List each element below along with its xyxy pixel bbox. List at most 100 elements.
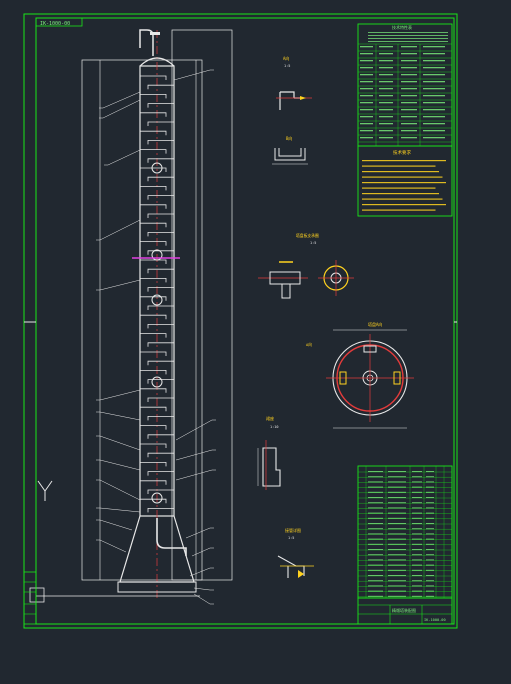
detail-lower-scale: 1:10 bbox=[270, 425, 278, 429]
leader-line bbox=[99, 507, 141, 513]
spec-text-mark bbox=[360, 102, 373, 104]
bom-text-mark bbox=[388, 543, 406, 545]
bom-text-mark bbox=[368, 590, 383, 592]
tray bbox=[140, 241, 167, 246]
bom-text-mark bbox=[426, 523, 434, 524]
bom-text-mark bbox=[426, 559, 434, 561]
bom-text-mark bbox=[426, 528, 434, 530]
tray bbox=[140, 406, 167, 412]
bom-text-mark bbox=[426, 502, 434, 504]
title-block-name: 精馏塔装配图 bbox=[392, 607, 416, 613]
tray bbox=[140, 462, 167, 467]
leader-line bbox=[173, 69, 211, 81]
bom-text-mark bbox=[412, 595, 422, 597]
note-line bbox=[362, 160, 446, 162]
detail-plan-view[interactable]: 塔盘A向 A向 bbox=[306, 321, 414, 429]
tray bbox=[147, 434, 174, 439]
tower-main-view[interactable] bbox=[29, 29, 233, 605]
bom-text-mark bbox=[388, 538, 406, 540]
bom-text-mark bbox=[388, 502, 406, 504]
leader-line bbox=[185, 527, 211, 539]
bom-text-mark bbox=[426, 543, 434, 545]
leader-line bbox=[99, 389, 141, 401]
bom-text-mark bbox=[426, 580, 434, 582]
sheet-outer-border bbox=[23, 13, 458, 629]
tray bbox=[140, 425, 167, 430]
spec-text-mark bbox=[379, 95, 393, 97]
bom-text-mark bbox=[426, 491, 434, 493]
spec-text-mark bbox=[401, 102, 417, 104]
leader-line bbox=[191, 547, 211, 557]
tray bbox=[147, 103, 174, 108]
note-line bbox=[362, 187, 436, 189]
detail-view-b[interactable]: B向 bbox=[272, 135, 308, 165]
spec-header-mark bbox=[368, 38, 448, 39]
spec-text-mark bbox=[379, 123, 393, 125]
tray bbox=[140, 351, 167, 356]
bom-text-mark bbox=[388, 517, 406, 519]
detail-view-a[interactable]: A向 1:5 bbox=[276, 55, 312, 110]
tray bbox=[147, 232, 174, 237]
tray bbox=[140, 186, 167, 191]
leader-line bbox=[99, 411, 141, 421]
bom-text-mark bbox=[426, 585, 434, 587]
bom-text-mark bbox=[368, 549, 383, 550]
bom-text-mark bbox=[368, 476, 383, 478]
spec-text-mark bbox=[401, 116, 417, 118]
tech-spec-table[interactable]: 技术特性表 bbox=[357, 23, 453, 147]
tray bbox=[140, 75, 167, 80]
bom-text-mark bbox=[426, 497, 434, 498]
spec-text-mark bbox=[360, 116, 373, 118]
detail-bottom-view[interactable]: 接管详图 1:5 bbox=[277, 527, 314, 578]
spec-text-mark bbox=[379, 53, 393, 55]
bom-text-mark bbox=[368, 512, 383, 514]
bom-text-mark bbox=[388, 569, 406, 571]
bom-text-mark bbox=[426, 595, 434, 597]
title-block[interactable]: 精馏塔装配图 IK-1000-00 bbox=[357, 597, 453, 625]
spec-text-mark bbox=[423, 53, 445, 55]
spec-text-mark bbox=[423, 60, 445, 62]
tray bbox=[140, 130, 167, 136]
bill-of-materials[interactable] bbox=[357, 465, 453, 599]
section-nozzle bbox=[269, 271, 301, 299]
note-line bbox=[362, 198, 443, 200]
bom-text-mark bbox=[412, 528, 422, 530]
detail-section-scale: 1:5 bbox=[310, 241, 316, 245]
bom-text-mark bbox=[412, 502, 422, 504]
bom-text-mark bbox=[388, 575, 406, 576]
bom-text-mark bbox=[426, 471, 434, 472]
tray bbox=[147, 195, 174, 200]
bom-text-mark bbox=[368, 523, 383, 524]
spec-text-mark bbox=[379, 74, 393, 76]
leader-line bbox=[102, 91, 141, 109]
spec-text-mark bbox=[379, 102, 393, 104]
bom-text-mark bbox=[368, 491, 383, 493]
spec-text-mark bbox=[379, 60, 393, 62]
bom-text-mark bbox=[412, 471, 422, 472]
bom-text-mark bbox=[388, 580, 406, 582]
cad-drawing-canvas[interactable]: IK-1000-00 技术特性表 技术要求 A向 1:5 B向 塔盘板支承圈 1… bbox=[0, 0, 511, 684]
bom-text-mark bbox=[426, 575, 434, 576]
tech-req-title: 技术要求 bbox=[393, 149, 411, 156]
bom-text-mark bbox=[388, 486, 406, 488]
bom-text-mark bbox=[412, 507, 422, 509]
spec-text-mark bbox=[360, 95, 373, 97]
spec-text-mark bbox=[360, 81, 373, 83]
bom-text-mark bbox=[368, 595, 383, 597]
tray bbox=[147, 121, 174, 126]
detail-lower-label: 裙座 bbox=[266, 415, 274, 421]
bom-text-mark bbox=[426, 507, 434, 509]
spec-text-mark bbox=[401, 137, 417, 139]
bom-text-mark bbox=[412, 497, 422, 498]
tray bbox=[140, 222, 167, 228]
spec-text-mark bbox=[379, 109, 393, 111]
spec-text-mark bbox=[423, 123, 445, 125]
spec-text-mark bbox=[360, 137, 373, 139]
tray bbox=[140, 149, 167, 154]
bom-text-mark bbox=[412, 512, 422, 514]
detail-section-view[interactable]: 塔盘板支承圈 1:5 bbox=[258, 233, 354, 299]
tray bbox=[147, 471, 174, 476]
tray bbox=[147, 508, 174, 513]
tray bbox=[147, 324, 174, 329]
detail-lower-view[interactable]: 裙座 1:10 bbox=[257, 415, 281, 490]
